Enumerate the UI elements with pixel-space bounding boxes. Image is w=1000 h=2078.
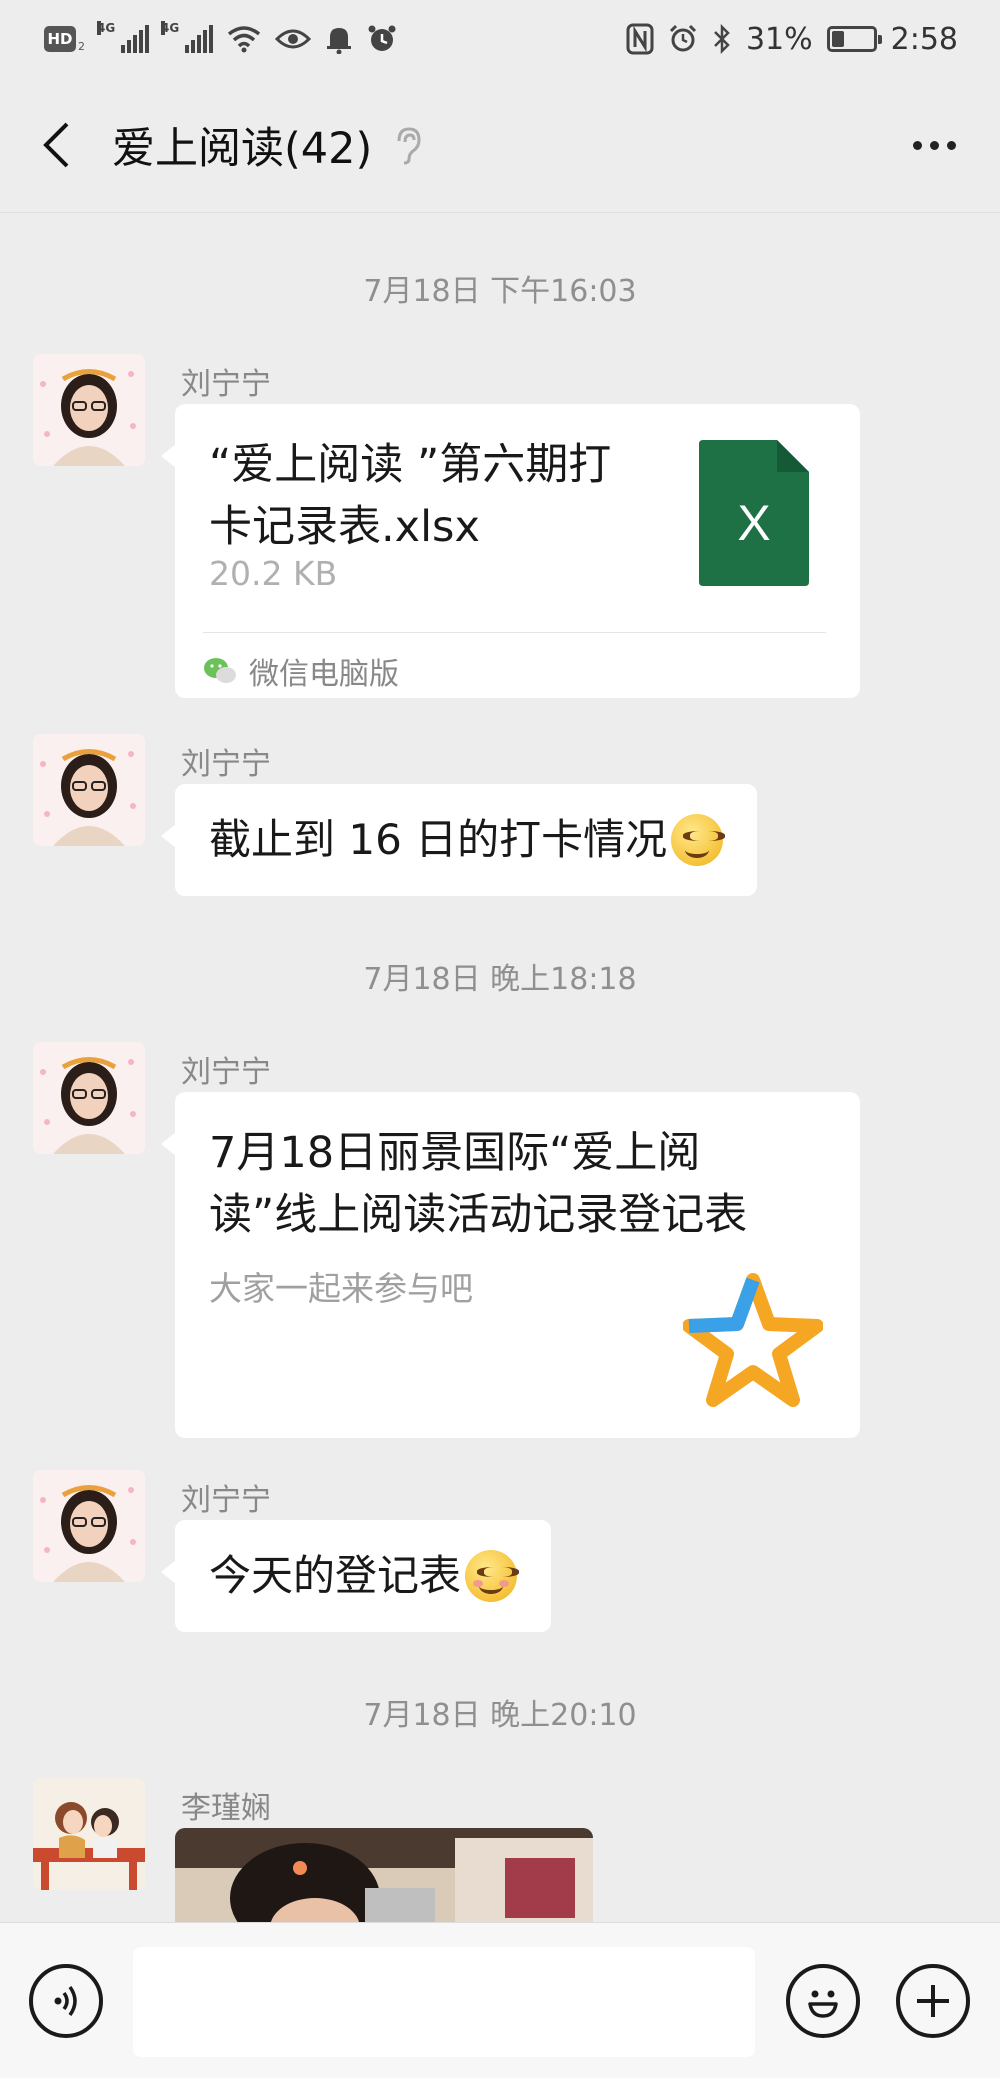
voice-input-button[interactable] [29, 1964, 103, 2038]
more-dot [947, 140, 956, 150]
star-thumbnail-icon [683, 1273, 823, 1407]
signal-icon: 4G [97, 21, 149, 53]
timestamp: 7月18日 晚上18:18 [363, 962, 637, 997]
timestamp: 7月18日 晚上20:10 [363, 1698, 637, 1733]
sender-name: 李瑾娴 [181, 1791, 271, 1826]
text-message-bubble[interactable]: 截止到 16 日的打卡情况 [160, 784, 758, 896]
alarm-icon [669, 24, 696, 52]
avatar[interactable] [33, 354, 145, 466]
notification-bell-icon [327, 28, 351, 54]
smiley-icon [808, 1990, 838, 2018]
message-text: 截止到 16 日的打卡情况 [209, 815, 668, 864]
file-title: “爱上阅读 ”第六期打 卡记录表.xlsx [209, 434, 679, 558]
link-card-title: 7月18日丽景国际“爱上阅 读”线上阅读活动记录登记表 [209, 1122, 829, 1246]
sim-slot-label: 2 [78, 39, 85, 53]
hd-voice-icon: HD [44, 26, 76, 52]
chat-title: 爱上阅读(42) [112, 124, 373, 174]
avatar[interactable] [33, 1042, 145, 1154]
avatar[interactable] [33, 734, 145, 846]
battery-percent: 31% [745, 21, 813, 57]
file-title-line: “爱上阅读 ”第六期打 [209, 440, 612, 490]
link-card-description: 大家一起来参与吧 [209, 1269, 473, 1308]
file-message-bubble[interactable]: “爱上阅读 ”第六期打 卡记录表.xlsx 20.2 KB X 微信电脑版 [161, 404, 860, 698]
link-card-title-line: 7月18日丽景国际“爱上阅 [209, 1128, 701, 1178]
file-title-line: 卡记录表.xlsx [209, 502, 480, 552]
status-bar: HD 2 4G 4G 31% 2:58 [0, 0, 1000, 78]
sender-name: 刘宁宁 [181, 367, 271, 402]
link-card-bubble[interactable]: 7月18日丽景国际“爱上阅 读”线上阅读活动记录登记表 大家一起来参与吧 [161, 1092, 860, 1438]
wifi-icon [227, 26, 261, 53]
eye-icon [275, 29, 311, 49]
input-bar [0, 1922, 1000, 2078]
more-functions-button[interactable] [896, 1964, 970, 2038]
more-dot [930, 140, 939, 150]
bluetooth-icon [714, 24, 730, 54]
source-label: 微信电脑版 [249, 657, 399, 692]
message-text: 今天的登记表 [209, 1551, 462, 1600]
text-message-bubble[interactable]: 今天的登记表 [160, 1520, 552, 1632]
sender-name: 刘宁宁 [181, 1483, 271, 1518]
voice-icon [54, 1985, 77, 2017]
divider [203, 632, 826, 633]
nfc-icon [626, 23, 654, 55]
message-input[interactable] [133, 1947, 755, 2057]
timestamp: 7月18日 下午16:03 [363, 274, 637, 309]
earpiece-mode-icon [392, 125, 422, 165]
image-message[interactable] [175, 1828, 593, 1922]
message-list[interactable]: 7月18日 下午16:03 刘宁宁 “爱上阅读 ”第六期打 卡记录表.xlsx … [0, 214, 1000, 1922]
back-button[interactable] [36, 115, 76, 175]
plus-icon [917, 1985, 949, 2017]
excel-letter: X [737, 495, 771, 551]
network-type-label-2: 4G [161, 21, 180, 35]
sender-name: 刘宁宁 [181, 747, 271, 782]
emoji-button[interactable] [786, 1964, 860, 2038]
smile-emoji-icon [671, 814, 726, 866]
sender-name: 刘宁宁 [181, 1055, 271, 1090]
signal-icon-2: 4G [161, 21, 213, 53]
avatar[interactable] [33, 1778, 145, 1890]
message-source: 微信电脑版 [203, 649, 399, 693]
avatar[interactable] [33, 1470, 145, 1582]
battery-icon [826, 26, 882, 52]
excel-file-icon: X [699, 440, 809, 586]
chat-header: 爱上阅读(42) [0, 78, 1000, 213]
network-type-label: 4G [97, 21, 116, 35]
blush-smile-emoji-icon [465, 1550, 520, 1602]
clock-time: 2:58 [890, 21, 958, 57]
more-dot [913, 140, 922, 150]
wechat-logo-icon [204, 658, 236, 683]
file-size: 20.2 KB [209, 554, 338, 593]
alarm-clock-icon [368, 25, 396, 51]
chevron-left-icon [43, 122, 69, 168]
more-options-button[interactable] [905, 121, 964, 170]
link-card-title-line: 读”线上阅读活动记录登记表 [209, 1190, 748, 1240]
